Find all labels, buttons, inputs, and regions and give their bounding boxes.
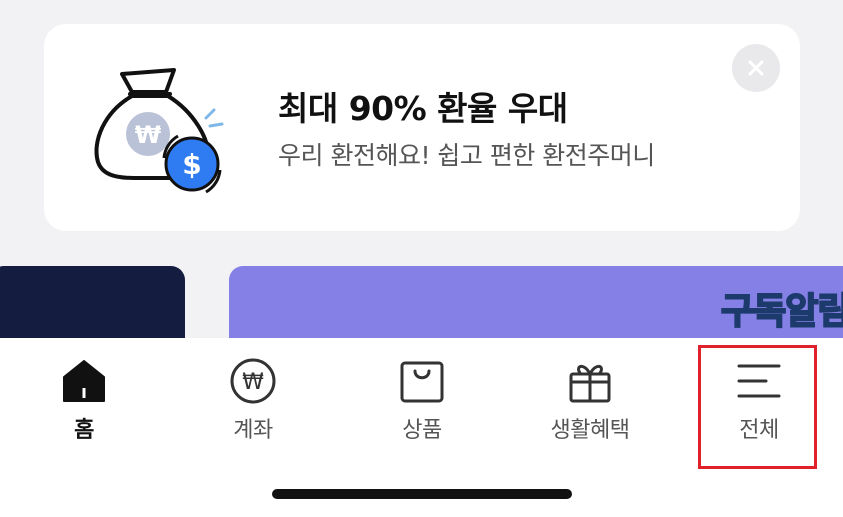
bottom-tab-bar: 홈 ₩ 계좌 상품 생활혜택 전체 (0, 338, 843, 517)
home-indicator (272, 489, 572, 499)
banner-text: 구독알림 (720, 290, 843, 333)
tab-benefits[interactable]: 생활혜택 (520, 338, 660, 448)
tab-products[interactable]: 상품 (352, 338, 492, 448)
close-button[interactable] (732, 44, 780, 92)
tab-label: 계좌 (233, 418, 273, 443)
tab-label: 생활혜택 (550, 418, 630, 443)
promo-title: 최대 90% 환율 우대 (278, 89, 568, 128)
promo-subtitle: 우리 환전해요! 쉽고 편한 환전주머니 (278, 141, 655, 170)
home-icon (61, 358, 107, 404)
tab-label: 상품 (402, 418, 442, 443)
gift-icon (567, 358, 613, 404)
money-bag-exchange-icon: ₩ $ (94, 62, 224, 197)
promo-card[interactable]: ₩ $ 최대 90% 환율 우대 우리 환전해요! 쉽고 편한 환전주머니 (44, 24, 800, 231)
won-coin-icon: ₩ (230, 358, 276, 404)
svg-text:$: $ (182, 148, 201, 181)
svg-text:₩: ₩ (242, 370, 264, 395)
tab-account[interactable]: ₩ 계좌 (183, 338, 323, 448)
highlight-annotation (698, 345, 817, 469)
tab-label: 홈 (74, 418, 94, 443)
close-icon (748, 60, 764, 76)
tab-home[interactable]: 홈 (14, 338, 154, 448)
shopping-bag-icon (399, 358, 445, 404)
svg-text:₩: ₩ (135, 121, 162, 149)
